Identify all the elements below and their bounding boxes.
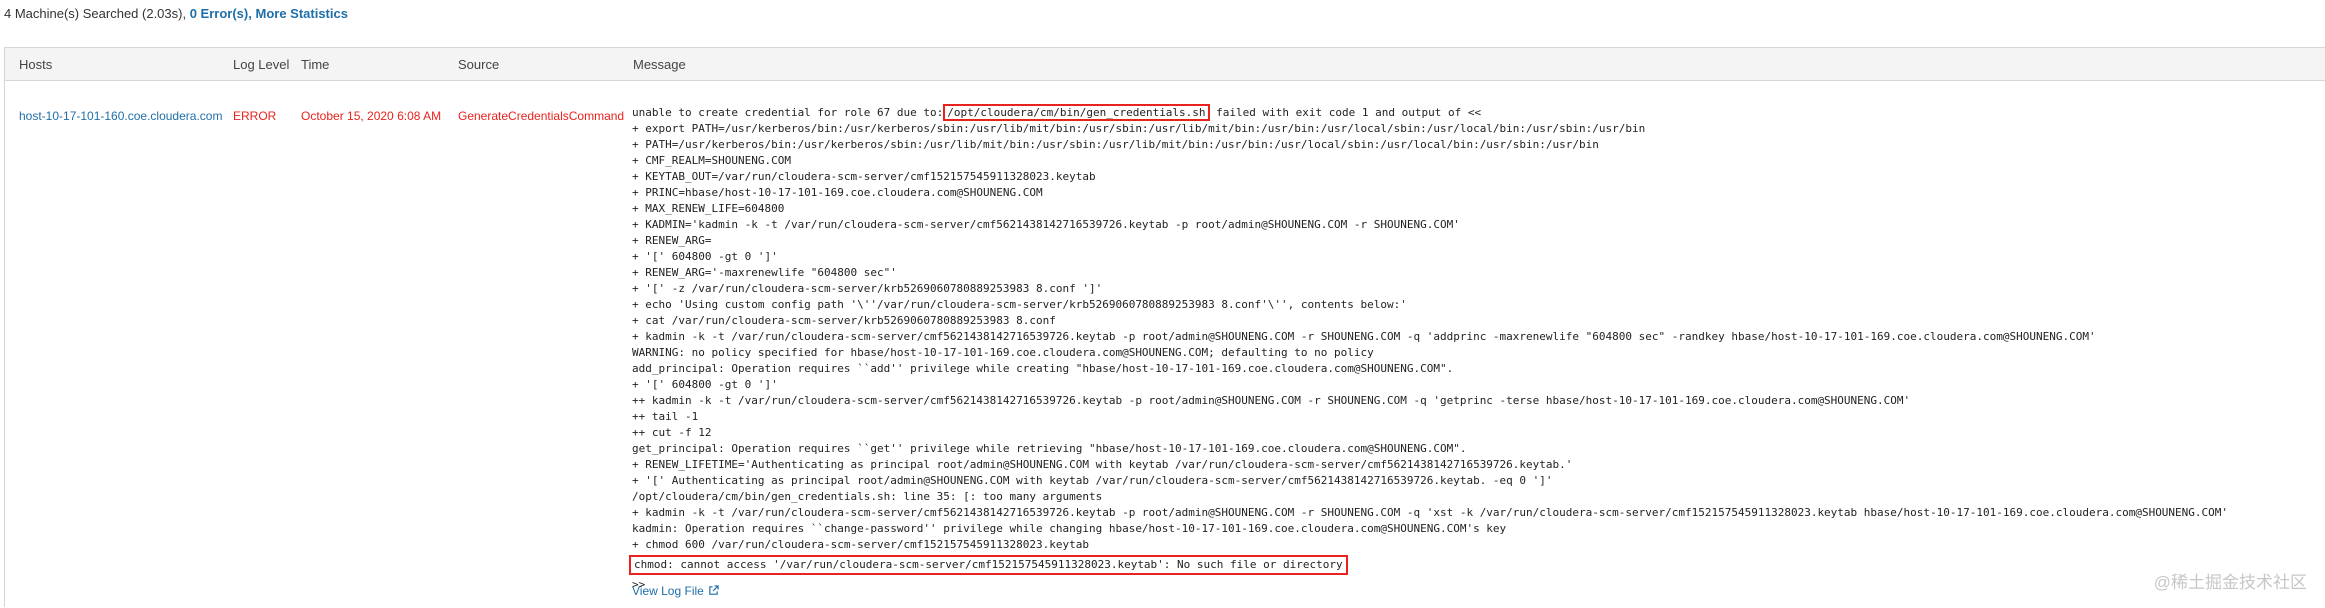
- message-line: + PATH=/usr/kerberos/bin:/usr/kerberos/s…: [632, 138, 1599, 151]
- message-end: >>: [632, 578, 646, 591]
- header-time[interactable]: Time: [301, 57, 329, 72]
- host-link[interactable]: host-10-17-101-160.coe.cloudera.com: [19, 109, 222, 123]
- machines-searched-text: 4 Machine(s) Searched (2.03s),: [4, 6, 187, 21]
- message-line: /opt/cloudera/cm/bin/gen_credentials.sh:…: [632, 490, 1103, 503]
- log-results-table: Hosts Log Level Time Source Message host…: [4, 47, 2325, 607]
- header-source[interactable]: Source: [458, 57, 499, 72]
- highlighted-script-path: /opt/cloudera/cm/bin/gen_credentials.sh: [943, 104, 1210, 121]
- message-line: + RENEW_ARG='-maxrenewlife "604800 sec"': [632, 266, 897, 279]
- message-line: ++ tail -1: [632, 410, 699, 423]
- message-line: + MAX_RENEW_LIFE=604800: [632, 202, 785, 215]
- message-line: + chmod 600 /var/run/cloudera-scm-server…: [632, 538, 1089, 551]
- log-level-value: ERROR: [233, 109, 277, 123]
- message-line: ++ kadmin -k -t /var/run/cloudera-scm-se…: [632, 394, 1911, 407]
- message-line: kadmin: Operation requires ``change-pass…: [632, 522, 1507, 535]
- highlighted-error-line: chmod: cannot access '/var/run/cloudera-…: [629, 555, 1348, 575]
- message-line: + '[' -z /var/run/cloudera-scm-server/kr…: [632, 282, 1103, 295]
- view-log-file-link[interactable]: View Log File: [632, 584, 719, 598]
- message-line: add_principal: Operation requires ``add'…: [632, 362, 1454, 375]
- source-value: GenerateCredentialsCommand: [458, 109, 625, 123]
- message-line: + KEYTAB_OUT=/var/run/cloudera-scm-serve…: [632, 170, 1096, 183]
- message-line: get_principal: Operation requires ``get'…: [632, 442, 1467, 455]
- external-link-icon: [709, 585, 719, 595]
- log-message: unable to create credential for role 67 …: [629, 104, 2325, 593]
- message-line: + CMF_REALM=SHOUNENG.COM: [632, 154, 791, 167]
- message-body: + export PATH=/usr/kerberos/bin:/usr/ker…: [632, 121, 2325, 553]
- message-line: + kadmin -k -t /var/run/cloudera-scm-ser…: [632, 506, 2229, 519]
- message-line: + '[' 604800 -gt 0 ']': [632, 250, 778, 263]
- table-header: Hosts Log Level Time Source Message: [5, 48, 2325, 81]
- errors-link[interactable]: 0 Error(s),: [190, 6, 252, 21]
- message-line: + echo 'Using custom config path '\''/va…: [632, 298, 1407, 311]
- message-line: + kadmin -k -t /var/run/cloudera-scm-ser…: [632, 330, 2096, 343]
- header-log-level[interactable]: Log Level: [233, 57, 289, 72]
- more-statistics-link[interactable]: More Statistics: [255, 6, 347, 21]
- message-first-line: unable to create credential for role 67 …: [632, 104, 1482, 121]
- message-line: + '[' 604800 -gt 0 ']': [632, 378, 778, 391]
- message-line: + KADMIN='kadmin -k -t /var/run/cloudera…: [632, 218, 1460, 231]
- watermark-text: @稀土掘金技术社区: [2153, 573, 2307, 592]
- message-error-line-row: chmod: cannot access '/var/run/cloudera-…: [629, 555, 2325, 575]
- message-line: + RENEW_LIFETIME='Authenticating as prin…: [632, 458, 1573, 471]
- search-summary: 4 Machine(s) Searched (2.03s), 0 Error(s…: [4, 6, 348, 21]
- message-line: WARNING: no policy specified for hbase/h…: [632, 346, 1374, 359]
- header-hosts[interactable]: Hosts: [19, 57, 52, 72]
- message-line: ++ cut -f 12: [632, 426, 712, 439]
- message-line: + export PATH=/usr/kerberos/bin:/usr/ker…: [632, 122, 1646, 135]
- message-line: + cat /var/run/cloudera-scm-server/krb52…: [632, 314, 1056, 327]
- time-value: October 15, 2020 6:08 AM: [301, 109, 442, 123]
- message-line: + RENEW_ARG=: [632, 234, 712, 247]
- message-line: + '[' Authenticating as principal root/a…: [632, 474, 1553, 487]
- message-line: + PRINC=hbase/host-10-17-101-169.coe.clo…: [632, 186, 1043, 199]
- header-message[interactable]: Message: [633, 57, 686, 72]
- table-row: host-10-17-101-160.coe.cloudera.com ERRO…: [5, 81, 2325, 608]
